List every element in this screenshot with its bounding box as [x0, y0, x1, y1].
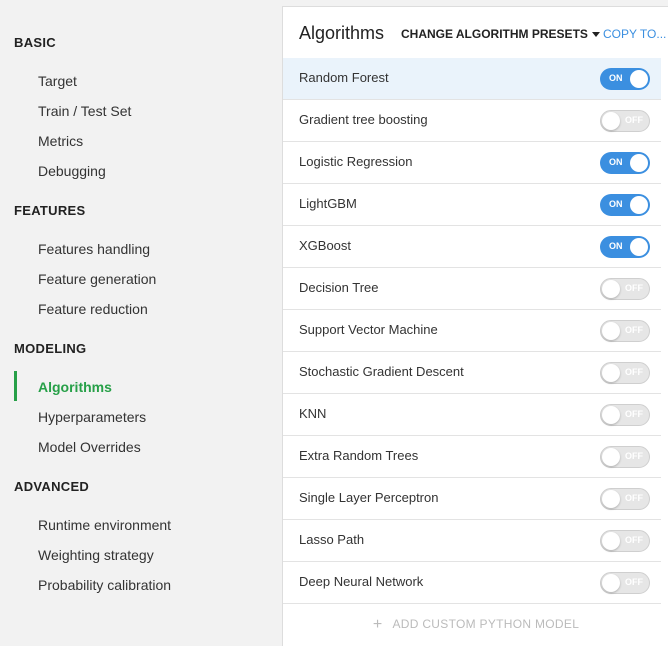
section-advanced: ADVANCED — [14, 479, 90, 494]
sidebar-item-feature-generation[interactable]: Feature generation — [38, 271, 156, 287]
algorithm-toggle[interactable]: OFF — [600, 278, 650, 300]
algorithm-name: Random Forest — [299, 70, 389, 85]
toggle-knob — [630, 70, 648, 88]
algorithms-panel: Algorithms CHANGE ALGORITHM PRESETS COPY… — [282, 6, 668, 646]
toggle-state-label: OFF — [625, 493, 643, 503]
panel-header: Algorithms CHANGE ALGORITHM PRESETS COPY… — [283, 7, 668, 58]
algorithm-name: Deep Neural Network — [299, 574, 424, 589]
algorithm-name: Gradient tree boosting — [299, 112, 428, 127]
toggle-knob — [602, 364, 620, 382]
section-modeling: MODELING — [14, 341, 87, 356]
sidebar-item-train-test-set[interactable]: Train / Test Set — [38, 103, 131, 119]
algorithm-toggle[interactable]: OFF — [600, 446, 650, 468]
toggle-knob — [630, 238, 648, 256]
algorithm-toggle[interactable]: ON — [600, 236, 650, 258]
toggle-state-label: ON — [609, 241, 623, 251]
toggle-state-label: ON — [609, 73, 623, 83]
algorithm-row[interactable]: Deep Neural Network OFF — [283, 562, 661, 604]
algorithm-row[interactable]: Gradient tree boosting OFF — [283, 100, 661, 142]
add-custom-model-row: + ADD CUSTOM PYTHON MODEL — [283, 604, 668, 644]
toggle-knob — [602, 322, 620, 340]
sidebar-item-features-handling[interactable]: Features handling — [38, 241, 150, 257]
toggle-knob — [602, 574, 620, 592]
algorithm-toggle[interactable]: OFF — [600, 572, 650, 594]
sidebar-item-feature-reduction[interactable]: Feature reduction — [38, 301, 148, 317]
algorithm-row[interactable]: Extra Random Trees OFF — [283, 436, 661, 478]
algorithm-name: Extra Random Trees — [299, 448, 419, 463]
toggle-state-label: OFF — [625, 535, 643, 545]
algorithm-toggle[interactable]: OFF — [600, 404, 650, 426]
section-features: FEATURES — [14, 203, 86, 218]
page-title: Algorithms — [299, 23, 385, 43]
sidebar-item-debugging[interactable]: Debugging — [38, 163, 106, 179]
algorithm-row[interactable]: LightGBM ON — [283, 184, 661, 226]
algorithm-toggle[interactable]: OFF — [600, 110, 650, 132]
toggle-state-label: OFF — [625, 367, 643, 377]
algorithm-row[interactable]: Logistic Regression ON — [283, 142, 661, 184]
algorithm-row[interactable]: Decision Tree OFF — [283, 268, 661, 310]
toggle-knob — [602, 532, 620, 550]
toggle-knob — [630, 196, 648, 214]
algorithm-toggle[interactable]: ON — [600, 68, 650, 90]
toggle-state-label: OFF — [625, 451, 643, 461]
sidebar-item-target[interactable]: Target — [38, 73, 77, 89]
algorithm-name: Logistic Regression — [299, 154, 413, 169]
toggle-state-label: OFF — [625, 577, 643, 587]
toggle-knob — [602, 280, 620, 298]
caret-down-icon — [591, 32, 600, 38]
algorithm-toggle[interactable]: OFF — [600, 362, 650, 384]
toggle-state-label: OFF — [625, 325, 643, 335]
algorithm-toggle[interactable]: OFF — [600, 320, 650, 342]
algorithm-toggle[interactable]: ON — [600, 152, 650, 174]
algorithm-list: Random Forest ON Gradient tree boosting OFF… — [283, 58, 661, 604]
add-custom-model-button[interactable]: + ADD CUSTOM PYTHON MODEL — [373, 616, 579, 634]
sidebar-item-metrics[interactable]: Metrics — [38, 133, 83, 149]
algorithm-name: LightGBM — [299, 196, 357, 211]
algorithm-name: Lasso Path — [299, 532, 365, 547]
plus-icon: + — [372, 616, 383, 633]
algorithm-row[interactable]: KNN OFF — [283, 394, 661, 436]
algorithm-row[interactable]: Single Layer Perceptron OFF — [283, 478, 661, 520]
toggle-state-label: OFF — [625, 283, 643, 293]
algorithm-toggle[interactable]: OFF — [600, 488, 650, 510]
settings-sidebar: BASIC Target Train / Test Set Metrics De… — [0, 0, 282, 645]
sidebar-item-weighting-strategy[interactable]: Weighting strategy — [38, 547, 154, 563]
sidebar-item-runtime-environment[interactable]: Runtime environment — [38, 517, 171, 533]
sidebar-item-algorithms[interactable]: Algorithms — [38, 379, 112, 395]
algorithm-name: Stochastic Gradient Descent — [299, 364, 464, 379]
toggle-knob — [602, 448, 620, 466]
toggle-state-label: ON — [609, 157, 623, 167]
toggle-state-label: OFF — [625, 409, 643, 419]
toggle-knob — [602, 406, 620, 424]
sidebar-item-model-overrides[interactable]: Model Overrides — [38, 439, 141, 455]
algorithm-name: XGBoost — [299, 238, 352, 253]
algorithm-row[interactable]: Support Vector Machine OFF — [283, 310, 661, 352]
algorithm-toggle[interactable]: OFF — [600, 530, 650, 552]
change-presets-button[interactable]: CHANGE ALGORITHM PRESETS — [401, 27, 600, 41]
toggle-knob — [602, 490, 620, 508]
toggle-state-label: OFF — [625, 115, 643, 125]
add-custom-model-label: ADD CUSTOM PYTHON MODEL — [392, 617, 580, 632]
algorithm-row[interactable]: Stochastic Gradient Descent OFF — [283, 352, 661, 394]
algorithm-row[interactable]: Lasso Path OFF — [283, 520, 661, 562]
toggle-state-label: ON — [609, 199, 623, 209]
sidebar-item-hyperparameters[interactable]: Hyperparameters — [38, 409, 146, 425]
active-indicator — [14, 371, 17, 401]
section-basic: BASIC — [14, 35, 56, 50]
algorithm-name: Decision Tree — [299, 280, 379, 295]
toggle-knob — [602, 112, 620, 130]
algorithm-name: Support Vector Machine — [299, 322, 438, 337]
sidebar-item-probability-calibration[interactable]: Probability calibration — [38, 577, 171, 593]
algorithm-name: KNN — [299, 406, 327, 421]
algorithm-row[interactable]: XGBoost ON — [283, 226, 661, 268]
algorithm-name: Single Layer Perceptron — [299, 490, 439, 505]
copy-to-button[interactable]: COPY TO... — [603, 27, 666, 41]
algorithm-toggle[interactable]: ON — [600, 194, 650, 216]
algorithm-row[interactable]: Random Forest ON — [283, 58, 661, 100]
toggle-knob — [630, 154, 648, 172]
presets-label: CHANGE ALGORITHM PRESETS — [401, 27, 588, 41]
